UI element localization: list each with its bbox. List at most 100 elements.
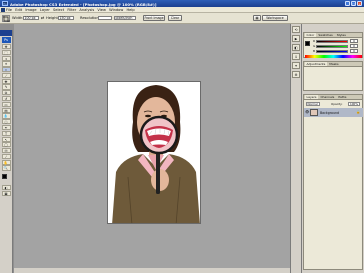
width-label: Width: [12,15,24,20]
red-label: R [313,39,316,43]
color-ramp[interactable] [305,54,362,58]
menu-image[interactable]: Image [25,8,36,12]
width-field[interactable]: 100 px [23,15,39,20]
tab-paths[interactable]: Paths [337,95,348,99]
photoshop-app-icon[interactable]: Ps [2,1,8,6]
resolution-field[interactable] [98,15,112,20]
minimize-button[interactable]: _ [345,1,350,6]
woman-with-magnifier-photo [108,82,200,223]
color-swatches [0,173,12,185]
adjustments-panel: Adjustments Masks [303,61,363,91]
resolution-label: Resolution: [80,15,100,20]
tool-presets-panel-icon[interactable]: ⚙ [292,71,300,78]
eyedropper-tool-icon[interactable]: ⁄ [1,153,11,160]
window-title: Adobe Photoshop CS3 Extended - [Photosho… [10,1,157,7]
menu-select[interactable]: Select [53,8,64,12]
resolution-unit-select[interactable]: pixels/inch [114,15,136,20]
lock-icon: 🔒 [356,110,361,114]
marquee-tool-icon[interactable]: ⬚ [1,49,11,55]
layer-row-background[interactable]: 👁 Background 🔒 [304,108,363,117]
panel-foreground-swatch[interactable] [305,41,310,46]
lasso-tool-icon[interactable]: ↄ [1,55,11,61]
quick-mask-icon[interactable]: ◐ [1,185,11,191]
tab-layers[interactable]: Layers [305,95,318,99]
title-bar: Ps Adobe Photoshop CS3 Extended - [Photo… [0,0,364,7]
navigator-panel-icon[interactable]: ◧ [292,44,300,51]
pen-tool-icon[interactable]: ✒ [1,124,11,131]
crop-tool-icon[interactable]: ⌗ [1,67,11,73]
path-selection-tool-icon[interactable]: ↖ [1,136,11,142]
color-panel: Color Swatches Styles R 0 G 0 B 0 [303,32,363,58]
tab-masks[interactable]: Masks [328,62,340,66]
opacity-label: Opacity: [331,102,343,106]
history-brush-tool-icon[interactable]: ↺ [1,96,11,102]
brush-tool-icon[interactable]: ✎ [1,84,11,90]
blue-slider[interactable] [316,50,348,53]
menu-file[interactable]: File [6,8,12,12]
front-image-button[interactable]: Front Image [143,15,165,21]
layer-thumbnail [310,109,318,116]
type-tool-icon[interactable]: T [1,130,11,136]
green-value[interactable]: 0 [350,44,358,48]
blue-value[interactable]: 0 [350,49,358,53]
dodge-tool-icon[interactable]: ○ [1,119,11,125]
gradient-tool-icon[interactable]: ▤ [1,107,11,113]
height-field[interactable]: 150 px [58,15,74,20]
menu-analysis[interactable]: Analysis [79,8,94,12]
menu-edit[interactable]: Edit [15,8,22,12]
maximize-button[interactable]: □ [351,1,356,6]
document-image[interactable] [107,81,201,224]
ps-menu-icon[interactable] [1,7,5,12]
green-slider[interactable] [316,45,348,48]
screen-mode-icon[interactable]: ▣ [1,190,11,197]
tab-channels[interactable]: Channels [319,95,336,99]
options-bar: Width: 100 px ⇄ Height: 150 px Resolutio… [0,12,364,24]
workspace-button[interactable]: Workspace [262,15,288,21]
opacity-field[interactable]: 100% [348,102,360,106]
foreground-color-swatch[interactable] [2,173,7,179]
tab-swatches[interactable]: Swatches [317,33,334,37]
tool-preset-picker[interactable] [2,14,10,22]
tab-adjustments[interactable]: Adjustments [305,62,327,66]
shape-tool-icon[interactable]: ▢ [1,142,11,148]
menu-view[interactable]: View [97,8,106,12]
notes-tool-icon[interactable]: ✉ [1,148,11,154]
red-slider[interactable] [316,40,348,43]
eraser-tool-icon[interactable]: ▭ [1,101,11,107]
close-button[interactable]: × [357,1,362,6]
status-bar [14,268,290,273]
magic-wand-tool-icon[interactable]: ✶ [1,61,11,67]
menu-layer[interactable]: Layer [40,8,50,12]
healing-brush-tool-icon[interactable]: ✚ [1,78,11,84]
layer-name[interactable]: Background [320,111,339,115]
actions-panel-icon[interactable]: ▶ [292,35,300,42]
clear-button[interactable]: Clear [168,15,182,21]
toolbox-header[interactable] [0,30,12,36]
tab-styles[interactable]: Styles [335,33,347,37]
red-value[interactable]: 0 [350,39,358,43]
menu-help[interactable]: Help [126,8,134,12]
blend-mode-select[interactable]: Normal [306,102,320,106]
photoshop-logo[interactable]: Ps [1,37,11,43]
move-tool-icon[interactable]: ✥ [1,44,11,50]
hand-tool-icon[interactable]: ✋ [1,159,11,165]
clone-stamp-tool-icon[interactable]: ⧉ [1,90,11,96]
brushes-panel-icon[interactable]: ✦ [292,62,300,69]
blue-label: B [313,49,316,53]
eye-visibility-icon[interactable]: 👁 [305,110,309,114]
layers-panel: Layers Channels Paths Normal Opacity: 10… [303,94,363,270]
panels-column: Color Swatches Styles R 0 G 0 B 0 Adjust… [302,24,364,273]
history-panel-icon[interactable]: ⟲ [292,26,300,33]
tab-color[interactable]: Color [305,33,316,37]
toolbox: Ps ✥ ⬚ ↄ ✶ ⌗ ⟋ ✚ ✎ ⧉ ↺ ▭ ▤ 💧 ○ ✒ T ↖ ▢ ✉… [0,30,13,273]
blur-tool-icon[interactable]: 💧 [1,113,11,119]
bridge-button[interactable]: ▦ [253,15,261,21]
slice-tool-icon[interactable]: ⟋ [1,72,11,79]
bridge-icon: ▦ [255,16,259,20]
menu-window[interactable]: Window [109,8,123,12]
swap-dimensions-icon[interactable]: ⇄ [41,15,44,20]
info-panel-icon[interactable]: ℹ [292,53,300,60]
menu-filter[interactable]: Filter [67,8,76,12]
zoom-tool-icon[interactable]: 🔍 [1,165,11,171]
crop-icon [3,15,10,22]
